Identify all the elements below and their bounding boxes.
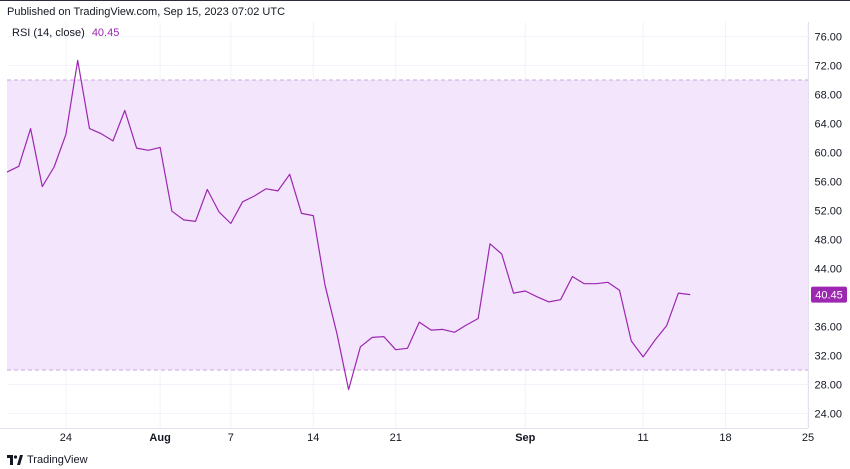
y-tick-label: 52.00 [814,206,842,218]
x-axis-ticks[interactable]: 24 Aug 7 14 21 Sep 11 18 25 [60,432,814,444]
x-tick-label: 24 [60,432,72,444]
y-tick-label: 32.00 [814,351,842,363]
y-tick-label: 28.00 [814,380,842,392]
x-tick-label: 25 [802,432,814,444]
indicator-value: 40.45 [91,27,120,39]
rsi-chart[interactable]: 24.0028.0032.0036.0040.0044.0048.0052.00… [0,0,850,469]
published-caption: Published on TradingView.com, Sep 15, 20… [7,6,286,18]
last-value-badge-text: 40.45 [815,290,843,302]
tradingview-logo-icon [7,455,23,465]
tradingview-logo-text: TradingView [27,454,88,466]
y-tick-label: 24.00 [814,409,842,421]
indicator-legend[interactable]: RSI (14, close) 40.45 [12,27,119,39]
x-tick-label: Aug [149,432,170,444]
y-tick-label: 60.00 [814,148,842,160]
y-tick-label: 44.00 [814,264,842,276]
x-tick-label: Sep [515,432,535,444]
tradingview-logo[interactable]: TradingView [7,453,88,467]
indicator-label: RSI (14, close) [12,27,85,39]
x-tick-label: 7 [228,432,234,444]
y-tick-label: 36.00 [814,322,842,334]
x-tick-label: 18 [719,432,731,444]
x-tick-label: 21 [390,432,402,444]
x-tick-label: 11 [637,432,648,444]
y-tick-label: 56.00 [814,177,842,189]
y-tick-label: 72.00 [814,61,842,73]
y-tick-label: 48.00 [814,235,842,247]
last-value-badge: 40.45 [811,286,847,303]
y-tick-label: 64.00 [814,119,842,131]
y-tick-label: 76.00 [814,32,842,44]
y-axis-ticks[interactable]: 24.0028.0032.0036.0040.0044.0048.0052.00… [814,32,842,421]
x-tick-label: 14 [307,432,319,444]
y-tick-label: 68.00 [814,90,842,102]
rsi-band [7,80,808,370]
